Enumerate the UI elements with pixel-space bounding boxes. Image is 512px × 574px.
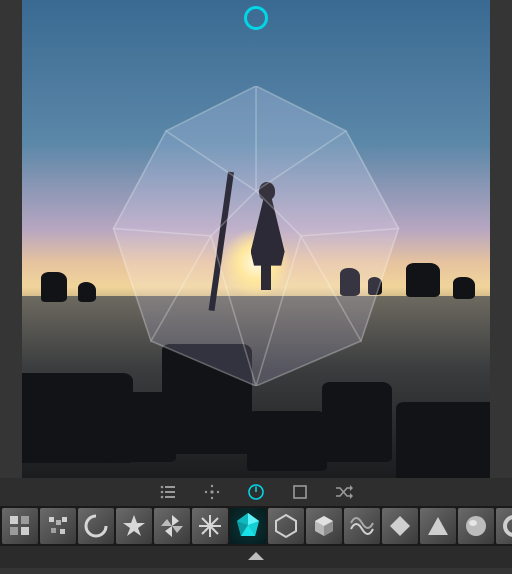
preview-canvas[interactable] xyxy=(22,0,490,478)
preset-thumb[interactable] xyxy=(116,508,152,544)
preset-thumb[interactable] xyxy=(192,508,228,544)
position-button[interactable] xyxy=(203,483,221,501)
preset-thumb[interactable] xyxy=(154,508,190,544)
chevron-up-icon xyxy=(248,552,264,560)
preset-thumb[interactable] xyxy=(40,508,76,544)
preset-thumb[interactable] xyxy=(382,508,418,544)
sphere-shape-icon xyxy=(463,513,489,539)
burst-shape-icon xyxy=(197,513,223,539)
progress-ring-icon[interactable] xyxy=(244,6,268,30)
options-row xyxy=(0,478,512,506)
randomize-button[interactable] xyxy=(335,483,353,501)
ring-shape-icon xyxy=(501,513,512,539)
shuffle-icon xyxy=(335,485,353,499)
triangle-shape-icon xyxy=(425,513,451,539)
preset-thumb[interactable] xyxy=(306,508,342,544)
presets-button[interactable] xyxy=(159,483,177,501)
preset-thumb[interactable] xyxy=(2,508,38,544)
rock-silhouette xyxy=(453,277,475,299)
wave-shape-icon xyxy=(349,513,375,539)
drawer-toggle[interactable] xyxy=(0,546,512,568)
intensity-button[interactable] xyxy=(247,483,265,501)
preset-thumb[interactable] xyxy=(496,508,512,544)
preset-thumb[interactable] xyxy=(458,508,494,544)
swirl-shape-icon xyxy=(83,513,109,539)
pinwheel-shape-icon xyxy=(159,513,185,539)
rock-silhouette xyxy=(41,272,67,302)
star-shape-icon xyxy=(121,513,147,539)
preset-strip[interactable] xyxy=(0,506,512,546)
app-root xyxy=(0,0,512,574)
rock-silhouette xyxy=(247,411,327,471)
gem-shape-icon xyxy=(233,511,263,541)
list-icon xyxy=(160,484,176,500)
shape-button[interactable] xyxy=(291,483,309,501)
crystal-overlay xyxy=(101,86,411,386)
move-icon xyxy=(204,484,220,500)
rock-silhouette xyxy=(322,382,392,462)
timer-icon xyxy=(247,483,265,501)
preset-thumb[interactable] xyxy=(268,508,304,544)
rock-silhouette xyxy=(396,402,490,478)
hexagon-shape-icon xyxy=(273,513,299,539)
grid-shape-icon xyxy=(7,513,33,539)
pixel-shape-icon xyxy=(45,513,71,539)
cube-shape-icon xyxy=(311,513,337,539)
preset-thumb[interactable] xyxy=(420,508,456,544)
preset-thumb[interactable] xyxy=(344,508,380,544)
stop-icon xyxy=(293,485,307,499)
rock-silhouette xyxy=(78,282,96,302)
preset-thumb-selected[interactable] xyxy=(230,508,266,544)
diamond-shape-icon xyxy=(387,513,413,539)
preset-thumb[interactable] xyxy=(78,508,114,544)
